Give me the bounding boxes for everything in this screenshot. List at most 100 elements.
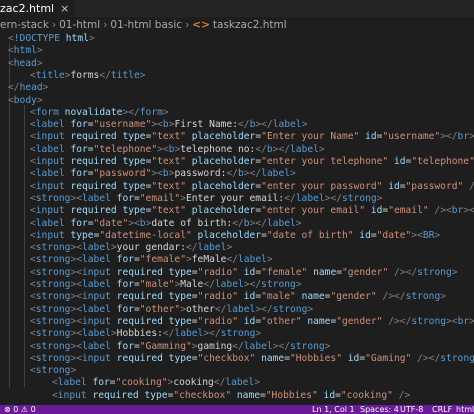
code-line[interactable]: <input required type="text" placeholder=…	[30, 156, 474, 168]
code-token: Hobbies:	[116, 328, 163, 340]
code-token: input	[82, 291, 111, 303]
code-token: <	[469, 205, 474, 217]
code-token: </	[330, 192, 342, 204]
code-line[interactable]: <label for="password"><b>password:</b></…	[30, 168, 296, 180]
code-token: for	[116, 340, 134, 352]
code-token: strong	[35, 242, 71, 254]
code-token: type	[168, 291, 192, 303]
code-line[interactable]: <label for="telephone"><b>telephone no:<…	[30, 144, 325, 156]
code-token: label	[35, 217, 65, 229]
code-line[interactable]: <form novalidate></form>	[30, 107, 169, 119]
code-token: "text"	[151, 205, 186, 217]
code-line[interactable]: <strong>	[30, 365, 76, 377]
code-token: input	[35, 131, 65, 143]
code-line[interactable]: <strong><input required type="checkbox" …	[30, 353, 474, 365]
code-line[interactable]: <strong><label for="male">Male</label></…	[30, 279, 302, 291]
code-token: "date"	[376, 229, 412, 241]
code-token: html	[13, 45, 37, 57]
code-token: strong	[417, 266, 452, 278]
code-line[interactable]: <input required type="text" placeholder=…	[30, 181, 474, 193]
line-ending[interactable]: CRLF	[432, 405, 452, 414]
code-token: "radio"	[197, 291, 238, 303]
code-token: label	[238, 254, 267, 266]
indent-guide	[24, 105, 25, 387]
code-line[interactable]: <strong><input required type="radio" id=…	[30, 291, 446, 303]
indentation[interactable]: Spaces: 4	[360, 405, 399, 414]
code-token: strong	[35, 328, 71, 340]
code-token: feMale	[191, 254, 227, 266]
code-line[interactable]: <input type="datetime-local" placeholder…	[30, 230, 440, 242]
code-line[interactable]: <strong><label for="email">Enter your em…	[30, 193, 382, 205]
code-editor[interactable]: <!DOCTYPE html> <html> <head> <title>forms<…	[0, 31, 474, 405]
chevron-right-icon: ›	[185, 19, 190, 31]
code-line[interactable]: <strong><label>Hobbies:</label></strong>	[30, 328, 261, 340]
breadcrumb-item[interactable]: 01-html basic	[110, 19, 182, 31]
language-mode[interactable]: html	[456, 405, 474, 414]
code-line[interactable]: <label for="username"><b>First Name:</b>…	[30, 119, 307, 131]
code-token: input	[35, 156, 65, 167]
code-token: gaming	[197, 340, 233, 352]
code-token: placeholder	[197, 229, 262, 241]
code-token: </	[8, 82, 20, 94]
code-token: type	[144, 389, 168, 401]
code-token: </	[214, 303, 227, 315]
code-token: "text"	[151, 180, 186, 192]
code-token: "other"	[261, 315, 302, 327]
code-line[interactable]: <label for="date"><b>date of birth:</b><…	[30, 218, 302, 230]
code-line[interactable]: <title>forms</title>	[30, 70, 146, 82]
breadcrumb-item[interactable]: 01-html	[59, 19, 100, 31]
close-icon[interactable]: ×	[60, 2, 69, 15]
code-line[interactable]: </head>	[8, 82, 48, 94]
code-token: "text"	[151, 131, 186, 143]
code-line[interactable]: <!DOCTYPE html>	[8, 33, 95, 45]
code-token: </	[284, 192, 296, 204]
code-token: "date of birth"	[266, 229, 354, 241]
code-token: br	[457, 131, 470, 143]
breadcrumb-item[interactable]: ern-stack	[0, 19, 49, 31]
code-token: >	[70, 365, 77, 377]
code-token: First Name:	[174, 119, 238, 131]
code-token: label	[290, 143, 319, 155]
cursor-position[interactable]: Ln 1, Col 1	[312, 405, 355, 414]
status-bar: ⊗ 0 ⚠ 0 Ln 1, Col 1 Spaces: 4 UTF-8 CRLF…	[0, 405, 474, 414]
code-token: placeholder	[191, 156, 256, 167]
code-token: </	[249, 279, 262, 290]
code-token: </	[162, 328, 175, 340]
code-token: for	[70, 217, 88, 229]
code-token: required	[116, 266, 163, 278]
code-token: </	[226, 254, 238, 266]
code-token: >	[440, 291, 447, 303]
code-line[interactable]: <label for="cooking">cooking</label>	[52, 377, 260, 389]
encoding[interactable]: UTF-8	[400, 405, 423, 414]
problems-indicator[interactable]: ⊗ 0 ⚠ 0	[4, 405, 36, 414]
code-line[interactable]: <input required type="text" placeholder=…	[30, 205, 474, 217]
code-line[interactable]: <strong><input required type="radio" id=…	[30, 316, 474, 328]
code-token: />	[417, 352, 429, 364]
code-token: label	[197, 242, 227, 254]
code-line[interactable]: <strong><input required type="radio" id=…	[30, 267, 458, 279]
code-line[interactable]: <input required type="text" placeholder=…	[30, 131, 474, 143]
code-token: >	[88, 33, 95, 44]
code-line[interactable]: <html>	[8, 45, 43, 57]
code-token: "checkbox"	[197, 352, 256, 364]
code-token: "text"	[151, 156, 186, 167]
code-token: </	[185, 242, 198, 254]
code-line[interactable]: <strong><label>your gendar:</label>	[30, 242, 232, 254]
code-token: label	[82, 279, 111, 290]
code-line[interactable]: <input required type="checkbox" name="Ho…	[52, 390, 410, 402]
code-line[interactable]: <body>	[8, 95, 43, 107]
code-token: "enter your password"	[261, 180, 383, 192]
code-token: label	[35, 143, 65, 155]
code-token: />	[394, 266, 406, 278]
breadcrumb-item[interactable]: taskzac2.html	[213, 19, 287, 31]
code-token: strong	[35, 279, 71, 290]
code-token: title	[110, 69, 140, 81]
code-token: label	[57, 377, 87, 389]
code-line[interactable]: <head>	[8, 58, 43, 70]
code-token: />	[388, 315, 400, 327]
code-line[interactable]: <strong><label for="Gamming">gaming</lab…	[30, 341, 330, 353]
code-token: label	[174, 328, 204, 340]
code-line[interactable]: <strong><label for="other">other</label>…	[30, 304, 313, 316]
code-line[interactable]: <strong><label for="female">feMale</labe…	[30, 254, 273, 266]
tab-taskzac2[interactable]: zac2.html ×	[0, 0, 76, 17]
